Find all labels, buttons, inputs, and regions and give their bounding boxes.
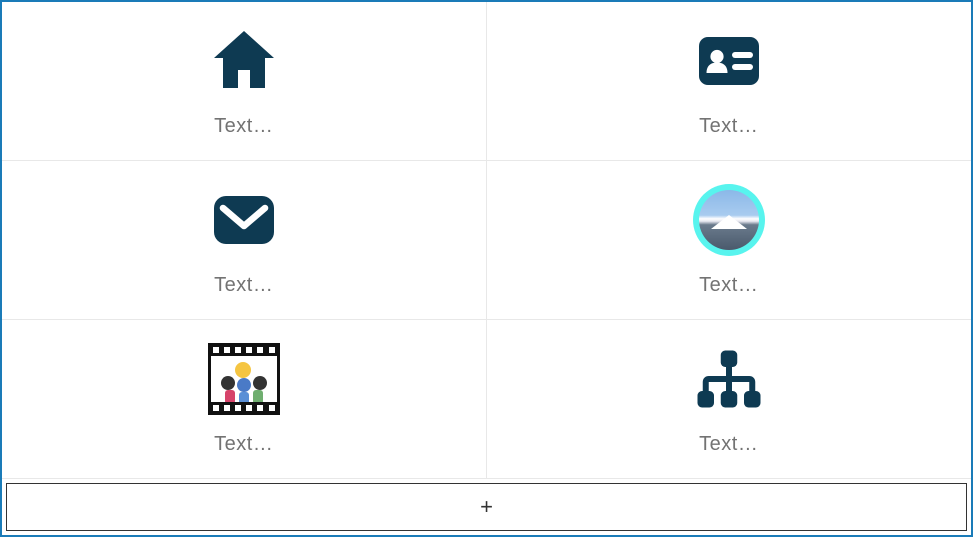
- grid-item-org-tree[interactable]: Text…: [487, 320, 972, 479]
- grid-item-label: Text…: [699, 115, 758, 138]
- grid-item-label: Text…: [699, 274, 758, 297]
- avatar-icon: [693, 184, 765, 256]
- icon-grid: Text… Text… Text…: [2, 2, 971, 479]
- grid-item-film[interactable]: Text…: [2, 320, 487, 479]
- film-icon: [208, 343, 280, 415]
- plus-icon: +: [480, 494, 493, 520]
- grid-item-label: Text…: [699, 433, 758, 456]
- grid-item-avatar[interactable]: Text…: [487, 161, 972, 320]
- grid-item-label: Text…: [214, 433, 273, 456]
- grid-item-home[interactable]: Text…: [2, 2, 487, 161]
- id-card-icon: [693, 25, 765, 97]
- home-icon: [208, 25, 280, 97]
- org-tree-icon: [693, 343, 765, 415]
- mail-icon: [208, 184, 280, 256]
- grid-item-id-card[interactable]: Text…: [487, 2, 972, 161]
- app-container: Text… Text… Text…: [0, 0, 973, 537]
- grid-item-mail[interactable]: Text…: [2, 161, 487, 320]
- grid-item-label: Text…: [214, 274, 273, 297]
- add-button[interactable]: +: [6, 483, 967, 531]
- grid-item-label: Text…: [214, 115, 273, 138]
